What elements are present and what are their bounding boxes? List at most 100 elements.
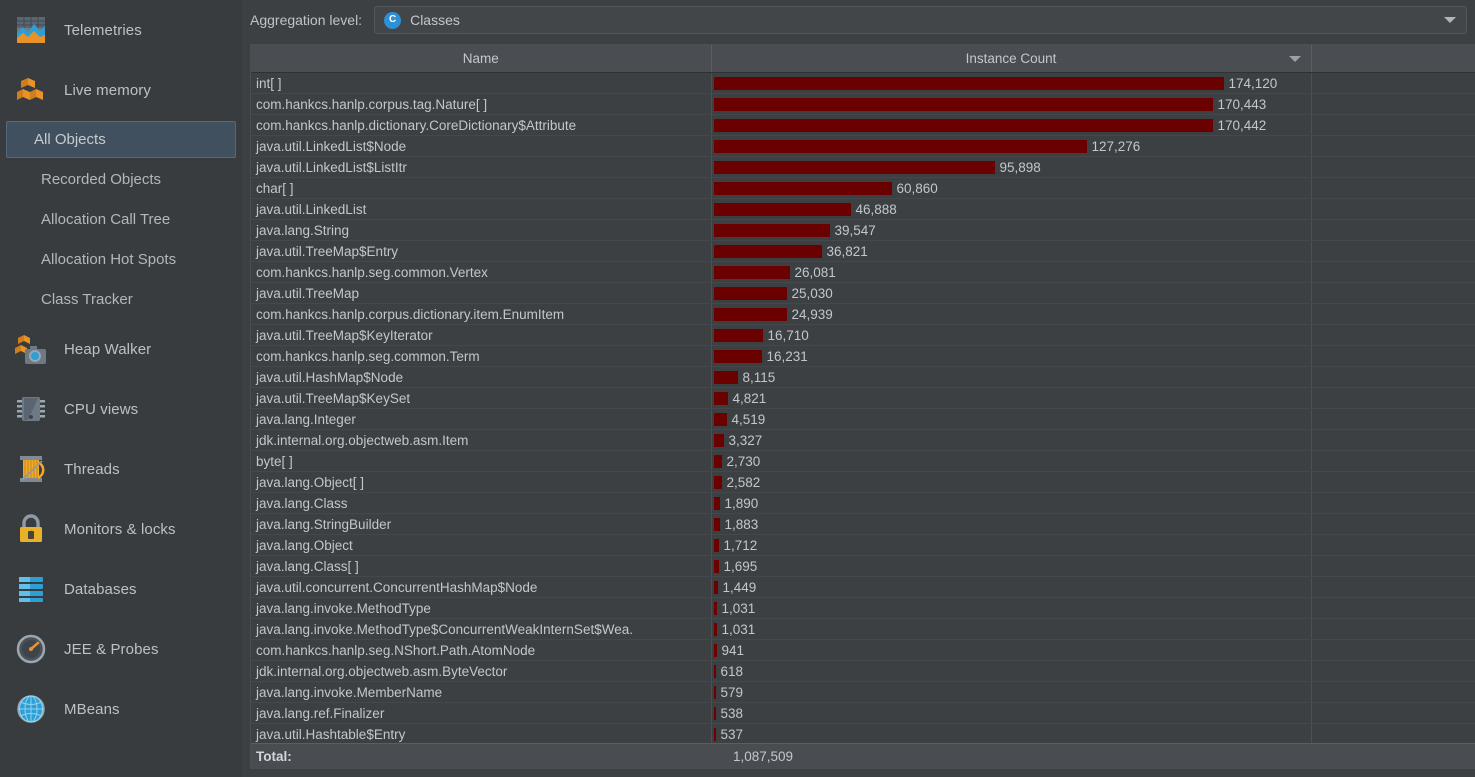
sidebar-item-allocation-call-tree[interactable]: Allocation Call Tree <box>8 199 234 239</box>
cell-instance-count: 941 <box>711 639 1312 661</box>
table-row[interactable]: java.lang.invoke.MemberName 579 32,424 byt… <box>251 681 1475 703</box>
instance-count-bar <box>713 97 1213 111</box>
column-header-name[interactable]: Name <box>251 45 712 73</box>
sidebar-item-jee-probes[interactable]: JEE & Probes <box>0 619 242 679</box>
cell-size: 23,207 kB <box>1311 450 1475 472</box>
cell-instance-count: 1,695 <box>711 555 1312 577</box>
cell-size: 259 kB <box>1311 366 1475 388</box>
table-row[interactable]: java.util.TreeMap 25,030 1,201 kB <box>251 282 1475 304</box>
cell-instance-count: 3,327 <box>711 429 1312 451</box>
sidebar-item-label: Live memory <box>64 81 151 99</box>
table-row[interactable]: java.lang.Object 1,712 27,392 bytes <box>251 534 1475 556</box>
cell-instance-count: 95,898 <box>711 156 1312 178</box>
instance-count-bar <box>713 307 787 321</box>
main-panel: Aggregation level: C Classes Name Instan… <box>242 0 1475 777</box>
cell-class-name: java.lang.Class <box>251 492 712 514</box>
table-row[interactable]: java.lang.String 39,547 949 kB <box>251 219 1475 241</box>
cell-class-name: java.util.LinkedList$ListItr <box>251 156 712 178</box>
table-row[interactable]: int[ ] 174,120 39,345 kB <box>251 72 1475 94</box>
instance-count-bar <box>713 727 716 741</box>
table-row[interactable]: java.util.LinkedList$Node 127,276 3,054 kB <box>251 135 1475 157</box>
column-header-instance-count-label: Instance Count <box>965 51 1057 66</box>
cell-class-name: java.lang.StringBuilder <box>251 513 712 535</box>
sidebar-item-telemetries[interactable]: Telemetries <box>0 0 242 60</box>
instance-count-bar <box>713 265 790 279</box>
table-row[interactable]: java.util.LinkedList$ListItr 95,898 3,068 … <box>251 156 1475 178</box>
instance-count-bar <box>713 706 716 720</box>
table-row[interactable]: java.util.HashMap$Node 8,115 259 kB <box>251 366 1475 388</box>
cell-instance-count: 16,231 <box>711 345 1312 367</box>
table-row[interactable]: com.hankcs.hanlp.corpus.dictionary.item.… <box>251 303 1475 325</box>
instance-count-value: 481 <box>721 769 744 770</box>
table-row[interactable]: java.lang.invoke.MethodType$ConcurrentWe… <box>251 618 1475 640</box>
table-row[interactable]: com.hankcs.hanlp.seg.common.Vertex 26,081… <box>251 261 1475 283</box>
sidebar-item-label: Recorded Objects <box>41 170 162 188</box>
instance-count-value: 1,883 <box>724 516 759 532</box>
sidebar-item-all-objects[interactable]: All Objects <box>6 121 236 158</box>
instance-count-value: 26,081 <box>794 264 836 280</box>
sidebar-item-databases[interactable]: Databases <box>0 559 242 619</box>
aggregation-level-value: Classes <box>410 12 460 28</box>
table-row[interactable]: jdk.internal.org.objectweb.asm.ByteVecto… <box>251 660 1475 682</box>
instance-count-bar <box>713 580 718 594</box>
sidebar-item-threads[interactable]: Threads <box>0 439 242 499</box>
cell-size: 27,392 bytes <box>1311 534 1475 556</box>
cpu-views-icon <box>14 392 48 426</box>
table-row[interactable]: com.hankcs.hanlp.seg.NShort.Path.AtomNod… <box>251 639 1475 661</box>
instance-count-value: 1,449 <box>722 579 757 595</box>
instance-count-bar <box>713 496 720 510</box>
cell-size: 1,500 kB <box>1311 198 1475 220</box>
sidebar-item-live-memory[interactable]: Live memory <box>0 60 242 120</box>
table-row[interactable]: java.util.TreeMap$Entry 36,821 1,472 kB <box>251 240 1475 262</box>
table-row[interactable]: java.util.concurrent.ConcurrentHashMap$N… <box>251 576 1475 598</box>
sidebar-item-cpu-views[interactable]: CPU views <box>0 379 242 439</box>
table-row[interactable]: com.hankcs.hanlp.corpus.tag.Nature[ ] 170… <box>251 93 1475 115</box>
sidebar-item-class-tracker[interactable]: Class Tracker <box>8 279 234 319</box>
table-row[interactable]: java.lang.Class[ ] 1,695 49,280 bytes <box>251 555 1475 577</box>
table-row[interactable]: java.util.TreeMap$KeyIterator 16,710 534 k… <box>251 324 1475 346</box>
sidebar-item-monitors-locks[interactable]: Monitors & locks <box>0 499 242 559</box>
cell-instance-count: 537 <box>711 723 1312 745</box>
table-row[interactable]: java.util.LinkedList 46,888 1,500 kB <box>251 198 1475 220</box>
threads-icon <box>14 452 48 486</box>
table-row[interactable]: java.lang.Integer 4,519 72,304 bytes <box>251 408 1475 430</box>
cell-class-name: char[ ] <box>251 177 712 199</box>
table-row[interactable]: java.lang.Class 1,890 229 kB <box>251 492 1475 514</box>
table-row[interactable]: java.lang.ref.Finalizer 538 21,520 bytes <box>251 702 1475 724</box>
cell-size: 49,280 bytes <box>1311 555 1475 577</box>
table-row[interactable]: java.lang.Object[ ] 2,582 590 kB <box>251 471 1475 493</box>
sidebar-item-heap-walker[interactable]: Heap Walker <box>0 319 242 379</box>
cell-instance-count: 127,276 <box>711 135 1312 157</box>
instance-count-bar <box>713 391 728 405</box>
sidebar-item-mbeans[interactable]: MBeans <box>0 679 242 739</box>
cell-class-name: java.util.Hashtable$Entry <box>251 723 712 745</box>
cell-size: 14,832 bytes <box>1311 660 1475 682</box>
table-row[interactable]: com.hankcs.hanlp.seg.common.Term 16,231 38… <box>251 345 1475 367</box>
table-row[interactable]: char[ ] 60,860 2,854 kB <box>251 177 1475 199</box>
table-row[interactable]: java.util.TreeMap$KeySet 4,821 77,136 byte… <box>251 387 1475 409</box>
instance-count-value: 8,115 <box>742 369 776 385</box>
cell-size: 590 kB <box>1311 471 1475 493</box>
table-row[interactable]: java.util.Hashtable$Entry 537 17,184 bytes <box>251 723 1475 745</box>
instance-count-value: 170,443 <box>1217 96 1267 112</box>
table-row[interactable]: jdk.internal.org.objectweb.asm.Item 3,327… <box>251 429 1475 451</box>
cell-size: 3,054 kB <box>1311 135 1475 157</box>
instance-count-bar <box>713 601 717 615</box>
column-header-instance-count[interactable]: Instance Count <box>711 45 1312 73</box>
chevron-down-icon[interactable] <box>1444 17 1456 23</box>
column-header-size[interactable]: Size <box>1311 45 1475 73</box>
instance-count-value: 579 <box>720 684 744 700</box>
sidebar-item-recorded-objects[interactable]: Recorded Objects <box>8 159 234 199</box>
instance-count-value: 4,821 <box>732 390 767 406</box>
cell-instance-count: 1,890 <box>711 492 1312 514</box>
cell-size: 949 kB <box>1311 219 1475 241</box>
table-row[interactable]: java.lang.invoke.MethodType 1,031 41,240 b… <box>251 597 1475 619</box>
aggregation-level-label: Aggregation level: <box>250 12 363 28</box>
sidebar-item-allocation-hot-spots[interactable]: Allocation Hot Spots <box>8 239 234 279</box>
cell-instance-count: 1,883 <box>711 513 1312 535</box>
table-row[interactable]: com.hankcs.hanlp.dictionary.CoreDictiona… <box>251 114 1475 136</box>
aggregation-level-combobox[interactable]: C Classes <box>374 6 1467 34</box>
table-row[interactable]: byte[ ] 2,730 23,207 kB <box>251 450 1475 472</box>
table-row[interactable]: java.lang.StringBuilder 1,883 45,192 bytes <box>251 513 1475 535</box>
instance-count-bar <box>713 202 851 216</box>
